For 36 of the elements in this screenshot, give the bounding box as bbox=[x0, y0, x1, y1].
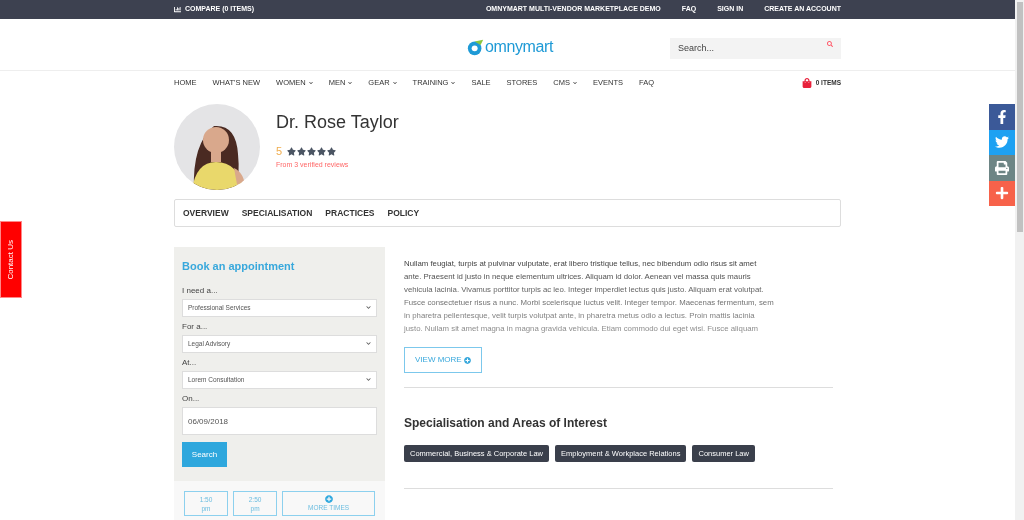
booking-title: Book an appointment bbox=[182, 259, 296, 274]
chevron-icon bbox=[451, 81, 456, 85]
printer-icon bbox=[995, 160, 1009, 175]
chevron-icon bbox=[366, 377, 371, 382]
chevron-icon bbox=[308, 81, 313, 85]
share-button[interactable] bbox=[989, 104, 1015, 130]
field-label: On... bbox=[182, 392, 201, 405]
chevron-icon bbox=[366, 305, 371, 310]
tab[interactable]: OVERVIEW bbox=[183, 206, 229, 220]
chevron-icon bbox=[366, 341, 371, 346]
share-button[interactable] bbox=[989, 155, 1015, 181]
contact-tab[interactable]: Contact Us bbox=[0, 221, 22, 298]
field-label: For a... bbox=[182, 320, 209, 333]
chevron-icon bbox=[392, 81, 397, 85]
chevron-icon bbox=[348, 81, 353, 85]
field-label: I need a... bbox=[182, 284, 219, 297]
logo-icon bbox=[467, 38, 484, 56]
twitter-icon bbox=[995, 135, 1009, 150]
share-button[interactable] bbox=[989, 129, 1015, 155]
section-title: Specialisation and Areas of Interest bbox=[404, 415, 608, 432]
chevron-icon bbox=[573, 81, 577, 85]
cart-icon[interactable] bbox=[801, 78, 812, 88]
field-label: At... bbox=[182, 356, 198, 369]
tab[interactable]: POLICY bbox=[387, 206, 420, 220]
chart-icon bbox=[174, 6, 181, 13]
search-icon[interactable] bbox=[827, 41, 833, 47]
logo-text: omnymart bbox=[485, 37, 553, 57]
profile-name: Dr. Rose Taylor bbox=[276, 111, 399, 134]
tab[interactable]: PRACTICES bbox=[325, 206, 375, 220]
search-field[interactable]: Search... bbox=[670, 37, 841, 59]
date-field[interactable]: 06/09/2018 bbox=[182, 407, 377, 435]
tab[interactable]: SPECIALISATION bbox=[241, 206, 313, 220]
facebook-icon bbox=[995, 109, 1009, 124]
plus-icon bbox=[995, 186, 1009, 201]
rating-value: 5 bbox=[276, 144, 283, 159]
share-button[interactable] bbox=[989, 180, 1015, 206]
